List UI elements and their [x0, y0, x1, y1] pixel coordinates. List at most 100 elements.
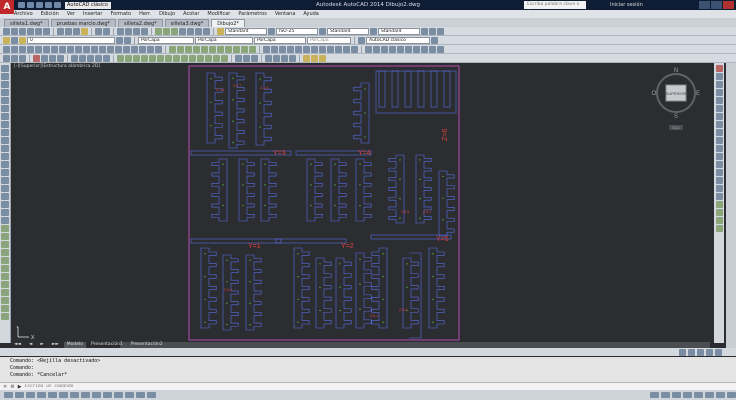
polyline-icon[interactable]: [1, 81, 9, 88]
presspull-icon[interactable]: [197, 54, 204, 62]
spline-icon[interactable]: [1, 129, 9, 136]
model-space-icon[interactable]: [650, 392, 659, 398]
make-current-icon[interactable]: [116, 36, 123, 44]
menu-item-11[interactable]: Ayuda: [303, 11, 318, 17]
snap-endpoint-icon[interactable]: [169, 45, 176, 53]
erase-icon[interactable]: [1, 225, 9, 232]
offset-icon[interactable]: [1, 249, 9, 256]
revcloud-icon[interactable]: [1, 121, 9, 128]
snap-intersection-icon[interactable]: [185, 45, 192, 53]
snap-nearest-icon[interactable]: [233, 45, 240, 53]
save-icon[interactable]: [19, 27, 26, 35]
dynamic-input-icon[interactable]: [92, 392, 101, 398]
table-icon[interactable]: [1, 201, 9, 208]
jogged-linear-icon[interactable]: [131, 45, 138, 53]
pan-side-icon[interactable]: [715, 201, 723, 208]
mirror-side-icon[interactable]: [715, 81, 723, 88]
lineweight-icon[interactable]: [103, 392, 112, 398]
point-icon[interactable]: [1, 169, 9, 176]
copy-side-icon[interactable]: [715, 73, 723, 80]
viewport-controls[interactable]: [-][Superior][Estructura alámbrica 2D]: [14, 64, 100, 69]
new-icon[interactable]: [18, 2, 25, 8]
view-top-icon[interactable]: [365, 45, 372, 53]
close-command-icon[interactable]: ✕: [3, 384, 7, 390]
file-tab[interactable]: silleta2.dwg*: [118, 19, 163, 27]
quick-view-layouts-icon[interactable]: [661, 392, 670, 398]
layout-nav-arrow[interactable]: ◄◄: [11, 342, 24, 348]
angular-icon[interactable]: [59, 45, 66, 53]
extend-side-icon[interactable]: [715, 145, 723, 152]
cylinder-icon[interactable]: [149, 54, 156, 62]
menu-item-10[interactable]: Ventana: [275, 11, 296, 17]
radius-icon[interactable]: [35, 45, 42, 53]
lineweight-dropdown[interactable]: PorCapa: [254, 36, 306, 44]
mirror-icon[interactable]: [1, 241, 9, 248]
annotation-scale-icon[interactable]: [683, 392, 692, 398]
light-icon[interactable]: [303, 54, 310, 62]
trim-icon[interactable]: [1, 297, 9, 304]
view-bottom-icon[interactable]: [373, 45, 380, 53]
mleader-style-icon[interactable]: [370, 27, 377, 35]
named-views-icon[interactable]: [71, 54, 78, 62]
planar-surface-icon[interactable]: [181, 54, 188, 62]
layout-nav-arrow[interactable]: ►►: [49, 342, 62, 348]
viewcube[interactable]: SUPERIOR N S E O SCU: [652, 64, 702, 134]
object-snap-tracking-icon[interactable]: [70, 392, 79, 398]
print-icon[interactable]: [27, 27, 34, 35]
construction-line-icon[interactable]: [1, 73, 9, 80]
dim-style-icon[interactable]: [268, 27, 275, 35]
mleader-icon[interactable]: [421, 27, 428, 35]
offset-side-icon[interactable]: [715, 89, 723, 96]
clean-screen-icon[interactable]: [727, 392, 736, 398]
workspace-dropdown[interactable]: AutoCAD clásico: [65, 1, 111, 9]
ucs-object-icon[interactable]: [295, 45, 302, 53]
hatch-icon[interactable]: [1, 177, 9, 184]
match-properties-icon[interactable]: [81, 27, 88, 35]
search-input[interactable]: Escriba palabra clave o frase: [524, 1, 586, 15]
add-selected-icon[interactable]: [1, 217, 9, 224]
redo-icon[interactable]: [103, 27, 110, 35]
ucs-3point-icon[interactable]: [327, 45, 334, 53]
view-nw-icon[interactable]: [437, 45, 444, 53]
inspection-icon[interactable]: [123, 45, 130, 53]
compass-east[interactable]: E: [696, 91, 700, 97]
linetype-dropdown[interactable]: PorCapa: [195, 36, 253, 44]
fly-icon[interactable]: [103, 54, 110, 62]
zoom-previous-icon[interactable]: [141, 27, 148, 35]
plotstyle-dropdown[interactable]: PorCapa: [307, 36, 351, 44]
redo-icon[interactable]: [54, 2, 61, 8]
jogged-icon[interactable]: [43, 45, 50, 53]
loft-icon[interactable]: [221, 54, 228, 62]
pan-icon[interactable]: [117, 27, 124, 35]
layout-nav-arrow[interactable]: ◄: [26, 342, 35, 348]
maximize-button[interactable]: [711, 1, 722, 9]
sign-in-button[interactable]: Iniciar sesión: [610, 1, 643, 9]
sphere-icon[interactable]: [141, 54, 148, 62]
snap-quadrant-icon[interactable]: [201, 45, 208, 53]
workspace-switching-icon[interactable]: [694, 392, 703, 398]
copy-icon[interactable]: [65, 27, 72, 35]
drawing-canvas[interactable]: Y=3 Y=4 Y=1 Y=2 Y=5 Z=6 Z-1-9 Z-1-7 Z-1-5 Z-5-5 Z-…: [11, 63, 714, 341]
menu-item-6[interactable]: Dibujo: [159, 11, 175, 17]
snap-settings-icon[interactable]: [249, 45, 256, 53]
view-sw-icon[interactable]: [413, 45, 420, 53]
snap-mode-icon[interactable]: [4, 392, 13, 398]
array-icon[interactable]: [1, 257, 9, 264]
compass-north[interactable]: N: [674, 68, 678, 74]
snap-node-icon[interactable]: [225, 45, 232, 53]
continuous-orbit-icon[interactable]: [19, 54, 26, 62]
tool-palettes-icon[interactable]: [171, 27, 178, 35]
layout-tab[interactable]: Modelo: [63, 341, 87, 348]
table-style-dropdown[interactable]: Standard: [327, 27, 369, 35]
mleader-remove-icon[interactable]: [437, 27, 444, 35]
quick-view-drawings-icon[interactable]: [672, 392, 681, 398]
break-side-icon[interactable]: [715, 153, 723, 160]
revolve-icon[interactable]: [213, 54, 220, 62]
sweep-icon[interactable]: [205, 54, 212, 62]
menu-item-1[interactable]: Edición: [41, 11, 59, 17]
customize-icon[interactable]: ⚙: [10, 384, 14, 390]
file-tab[interactable]: Dibujo2*: [211, 19, 245, 27]
view-right-icon[interactable]: [389, 45, 396, 53]
line-icon[interactable]: [1, 65, 9, 72]
scale-icon[interactable]: [1, 281, 9, 288]
